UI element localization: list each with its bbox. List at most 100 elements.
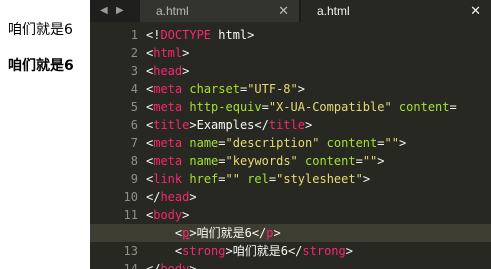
code-token: "X-UA-Compatible" bbox=[268, 100, 392, 114]
code-token: title bbox=[153, 118, 190, 132]
code-token: > bbox=[189, 226, 197, 240]
code-token: "description" bbox=[225, 136, 320, 150]
code-token: > bbox=[304, 118, 313, 132]
code-editor[interactable]: ◀ ▶ a.html ✕ a.html ✕ 123456789101112131… bbox=[90, 0, 491, 269]
code-token: "UTF-8" bbox=[247, 82, 298, 96]
line-number: 3 bbox=[130, 64, 138, 78]
tab-label: a.html bbox=[156, 4, 189, 18]
code-token: > bbox=[362, 172, 371, 186]
code-token: < bbox=[146, 244, 183, 258]
code-token: > bbox=[182, 64, 190, 78]
code-token: = bbox=[355, 154, 363, 168]
tab-bar: ◀ ▶ a.html ✕ a.html ✕ bbox=[90, 0, 491, 22]
code-token: title bbox=[268, 118, 305, 132]
code-token: = bbox=[218, 172, 226, 186]
code-token: strong bbox=[302, 244, 346, 258]
code-line: </body> bbox=[146, 260, 197, 269]
code-token: body bbox=[160, 262, 190, 269]
line-number: 9 bbox=[130, 172, 138, 186]
code-line: <!DOCTYPE html> bbox=[146, 26, 254, 44]
code-token: content bbox=[326, 136, 378, 150]
line-number: 7 bbox=[130, 136, 138, 150]
line-number: 1 bbox=[130, 28, 138, 42]
code-token: > bbox=[398, 136, 407, 150]
code-line: <meta http-equiv="X-UA-Compatible" conte… bbox=[146, 98, 457, 116]
code-token: meta bbox=[153, 82, 183, 96]
code-token: html bbox=[153, 46, 183, 60]
code-token: name bbox=[189, 136, 219, 150]
code-token: head bbox=[153, 64, 183, 78]
code-token: body bbox=[153, 208, 183, 222]
code-token: strong bbox=[182, 244, 226, 258]
code-token: name bbox=[189, 154, 219, 168]
code-token: meta bbox=[153, 136, 183, 150]
code-token: 咱们就是6 bbox=[232, 244, 288, 258]
back-arrow-icon[interactable]: ◀ bbox=[100, 0, 108, 22]
tab-a-html-2[interactable]: a.html ✕ bbox=[301, 0, 491, 22]
line-number: 5 bbox=[130, 100, 138, 114]
code-token: </ bbox=[287, 244, 303, 258]
code-line: <title>Examples</title> bbox=[146, 116, 312, 134]
code-token: </ bbox=[146, 190, 161, 204]
code-token: > bbox=[297, 82, 305, 96]
code-token: "" bbox=[225, 172, 240, 186]
line-number: 14 bbox=[123, 262, 138, 269]
code-token: http-equiv bbox=[189, 100, 262, 114]
code-token: <! bbox=[146, 28, 161, 42]
code-token: rel bbox=[247, 172, 269, 186]
preview-paragraph: 咱们就是6 bbox=[8, 22, 73, 38]
code-token: Examples bbox=[196, 118, 255, 132]
browser-preview: 咱们就是6 咱们就是6 bbox=[0, 0, 90, 269]
code-token: > bbox=[273, 226, 281, 240]
code-token: </ bbox=[251, 226, 267, 240]
code-token: content bbox=[398, 100, 450, 114]
code-token: > bbox=[182, 46, 190, 60]
code-token: < bbox=[146, 226, 183, 240]
code-token: html> bbox=[211, 28, 255, 42]
code-token: > bbox=[189, 190, 197, 204]
line-number: 8 bbox=[130, 154, 138, 168]
code-token: meta bbox=[153, 100, 183, 114]
code-line: <meta name="description" content=""> bbox=[146, 134, 406, 152]
code-line: <link href="" rel="stylesheet"> bbox=[146, 170, 370, 188]
code-line: <p>咱们就是6</p> bbox=[90, 224, 491, 242]
code-line: <html> bbox=[146, 44, 189, 62]
code-token: "" bbox=[384, 136, 399, 150]
close-icon[interactable]: ✕ bbox=[470, 0, 481, 22]
tab-nav: ◀ ▶ bbox=[90, 0, 138, 22]
code-token: href bbox=[189, 172, 219, 186]
code-token: 咱们就是6 bbox=[196, 226, 252, 240]
close-icon[interactable]: ✕ bbox=[278, 0, 289, 22]
code-token: DOCTYPE bbox=[160, 28, 212, 42]
code-token: link bbox=[153, 172, 183, 186]
forward-arrow-icon[interactable]: ▶ bbox=[116, 0, 124, 22]
code-token: > bbox=[377, 154, 385, 168]
code-token: "" bbox=[362, 154, 378, 168]
code-token: charset bbox=[189, 82, 240, 96]
code-token: = bbox=[218, 136, 226, 150]
code-token: > bbox=[182, 208, 190, 222]
line-number: 11 bbox=[123, 208, 138, 222]
code-token: </ bbox=[146, 262, 161, 269]
line-number: 2 bbox=[130, 46, 138, 60]
code-token: head bbox=[160, 190, 190, 204]
tab-a-html-1[interactable]: a.html ✕ bbox=[140, 0, 300, 22]
code-token: p bbox=[266, 226, 274, 240]
code-line: <strong>咱们就是6</strong> bbox=[146, 242, 353, 260]
code-line: <meta name="keywords" content=""> bbox=[146, 152, 385, 170]
code-token: "keywords" bbox=[225, 154, 298, 168]
code-token: = bbox=[261, 100, 269, 114]
code-token: > bbox=[225, 244, 233, 258]
code-token: meta bbox=[153, 154, 183, 168]
code-token: content bbox=[305, 154, 356, 168]
code-line: <meta charset="UTF-8"> bbox=[146, 80, 305, 98]
code-token: "stylesheet" bbox=[276, 172, 363, 186]
code-line: <head> bbox=[146, 62, 189, 80]
code-area[interactable]: <!DOCTYPE html> <html> <head> <meta charset… bbox=[90, 22, 491, 269]
code-token: = bbox=[218, 154, 226, 168]
preview-strong-text: 咱们就是6 bbox=[8, 58, 74, 74]
line-number: 13 bbox=[123, 244, 138, 258]
code-token: </ bbox=[254, 118, 269, 132]
